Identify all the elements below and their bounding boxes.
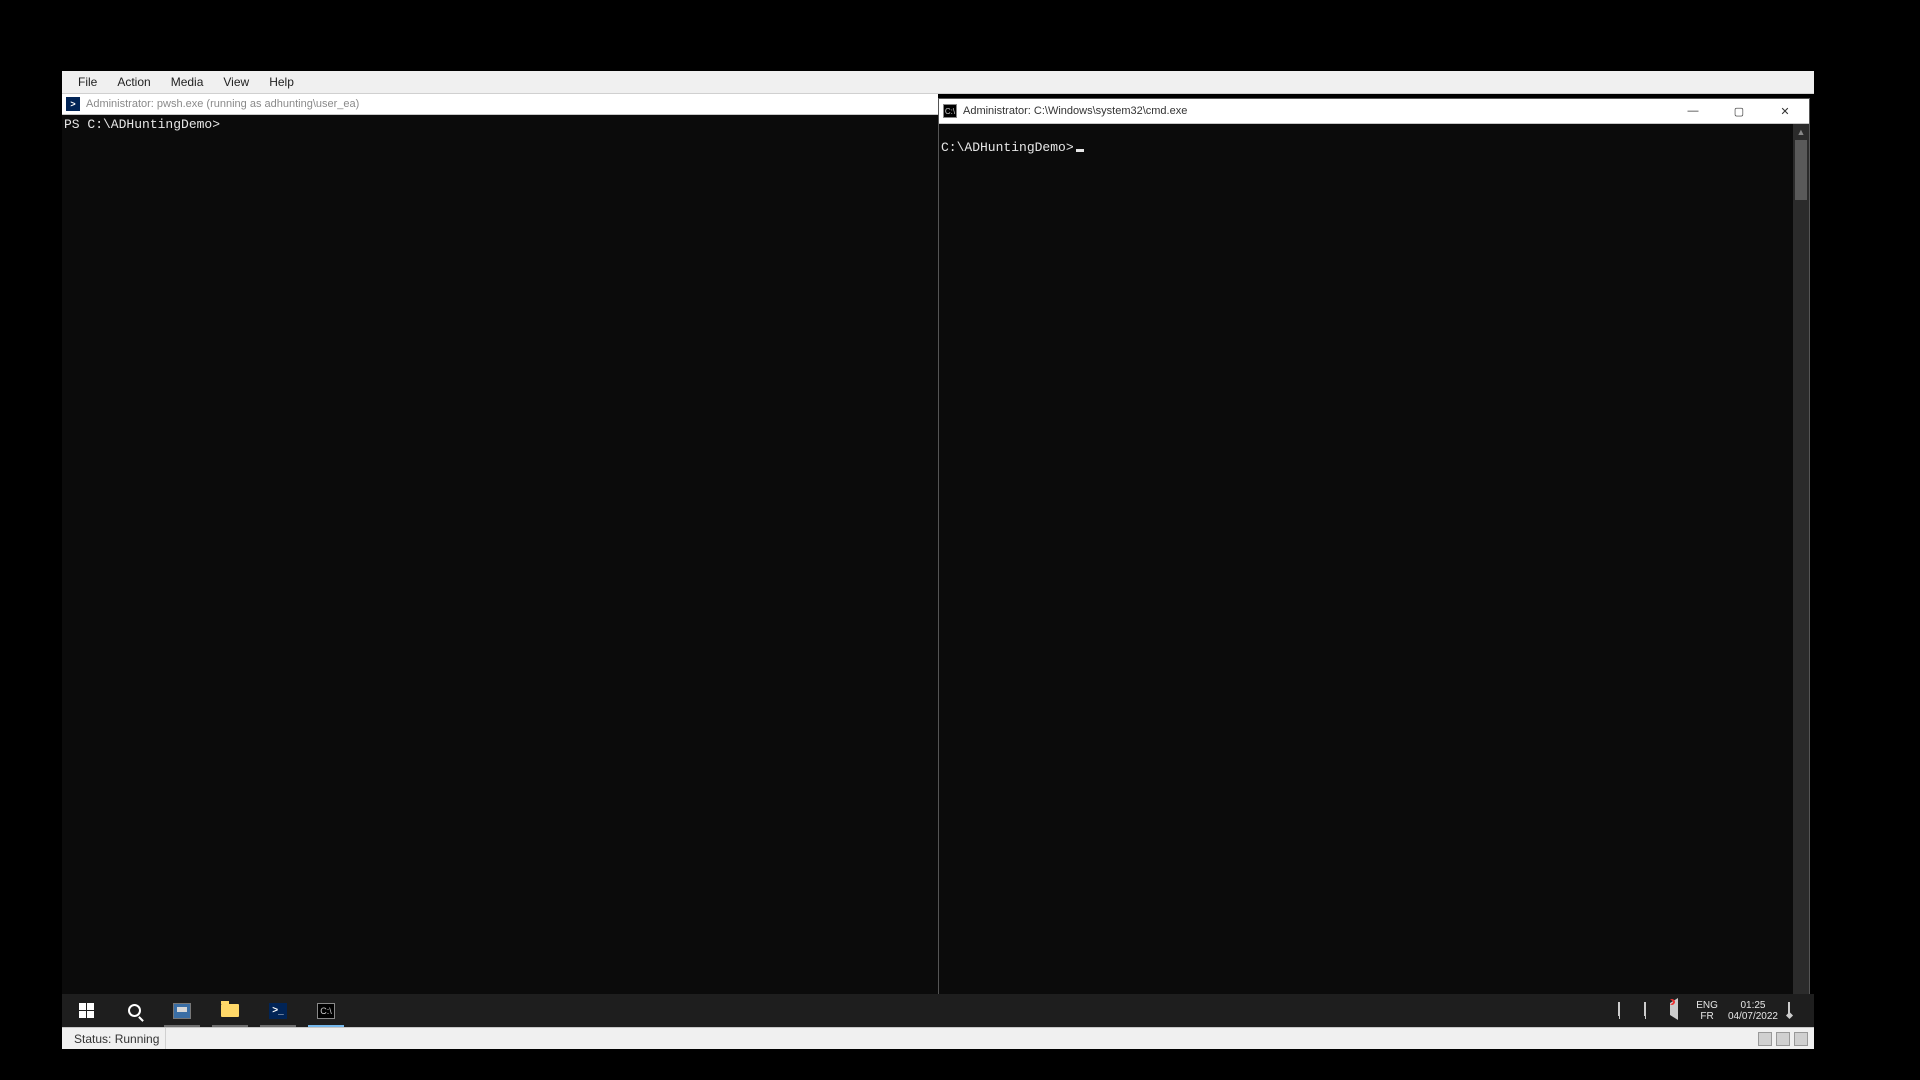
- menu-help[interactable]: Help: [259, 73, 304, 91]
- search-button[interactable]: [110, 994, 158, 1027]
- taskbar-clock[interactable]: 01:25 04/07/2022: [1728, 1000, 1778, 1022]
- powershell-terminal[interactable]: PS C:\ADHuntingDemo>: [62, 115, 938, 1016]
- taskbar-date: 04/07/2022: [1728, 1011, 1778, 1022]
- maximize-button[interactable]: ▢: [1719, 99, 1759, 123]
- menu-media[interactable]: Media: [161, 73, 214, 91]
- scroll-up-icon[interactable]: ▲: [1793, 124, 1809, 140]
- minimize-button[interactable]: —: [1673, 99, 1713, 123]
- powershell-icon: >: [66, 97, 80, 111]
- language-top: ENG: [1696, 1000, 1718, 1011]
- display-tray-icon[interactable]: [1644, 1003, 1660, 1019]
- close-button[interactable]: ✕: [1765, 99, 1805, 123]
- cmd-scrollbar[interactable]: ▲ ▼: [1793, 124, 1809, 1015]
- menu-file[interactable]: File: [68, 73, 107, 91]
- viewer-status-icon-3[interactable]: [1794, 1032, 1808, 1046]
- taskbar-time: 01:25: [1728, 1000, 1778, 1011]
- powershell-window[interactable]: > Administrator: pwsh.exe (running as ad…: [62, 94, 938, 1016]
- cmd-button[interactable]: C:\: [302, 994, 350, 1027]
- action-center-icon[interactable]: [1788, 1003, 1804, 1019]
- cmd-terminal[interactable]: C:\ADHuntingDemo>: [939, 124, 1793, 1015]
- cmd-icon: C:\: [943, 104, 957, 118]
- cmd-cursor: [1076, 149, 1084, 152]
- cmd-title-text: Administrator: C:\Windows\system32\cmd.e…: [963, 105, 1187, 117]
- guest-taskbar: >_C:\ ENG FR 01:25 04/07/2022: [62, 994, 1814, 1027]
- server-manager-button[interactable]: [158, 994, 206, 1027]
- powershell-button[interactable]: >_: [254, 994, 302, 1027]
- viewer-status-bar: Status: Running: [62, 1027, 1814, 1049]
- scroll-thumb[interactable]: [1795, 140, 1807, 200]
- language-bottom: FR: [1696, 1011, 1718, 1022]
- vm-viewer-window: File Action Media View Help > Administra…: [62, 71, 1814, 1049]
- volume-tray-icon[interactable]: [1670, 1003, 1686, 1019]
- start-button[interactable]: [62, 994, 110, 1027]
- language-indicator[interactable]: ENG FR: [1696, 1000, 1718, 1022]
- cmd-titlebar[interactable]: C:\ Administrator: C:\Windows\system32\c…: [939, 99, 1809, 124]
- viewer-status-icon-2[interactable]: [1776, 1032, 1790, 1046]
- powershell-title-text: Administrator: pwsh.exe (running as adhu…: [86, 98, 359, 110]
- viewer-status-icons: [1758, 1032, 1808, 1046]
- menu-action[interactable]: Action: [107, 73, 160, 91]
- cmd-prompt: C:\ADHuntingDemo>: [941, 140, 1074, 155]
- network-tray-icon[interactable]: [1618, 1003, 1634, 1019]
- powershell-prompt: PS C:\ADHuntingDemo>: [64, 117, 220, 132]
- powershell-titlebar[interactable]: > Administrator: pwsh.exe (running as ad…: [62, 94, 938, 115]
- system-tray[interactable]: ENG FR 01:25 04/07/2022: [1608, 994, 1814, 1027]
- cmd-window[interactable]: C:\ Administrator: C:\Windows\system32\c…: [938, 98, 1810, 1016]
- viewer-status-text: Status: Running: [68, 1028, 166, 1049]
- guest-desktop: > Administrator: pwsh.exe (running as ad…: [62, 94, 1814, 1027]
- viewer-status-icon-1[interactable]: [1758, 1032, 1772, 1046]
- menu-view[interactable]: View: [213, 73, 259, 91]
- viewer-menu-bar: File Action Media View Help: [62, 71, 1814, 94]
- file-explorer-button[interactable]: [206, 994, 254, 1027]
